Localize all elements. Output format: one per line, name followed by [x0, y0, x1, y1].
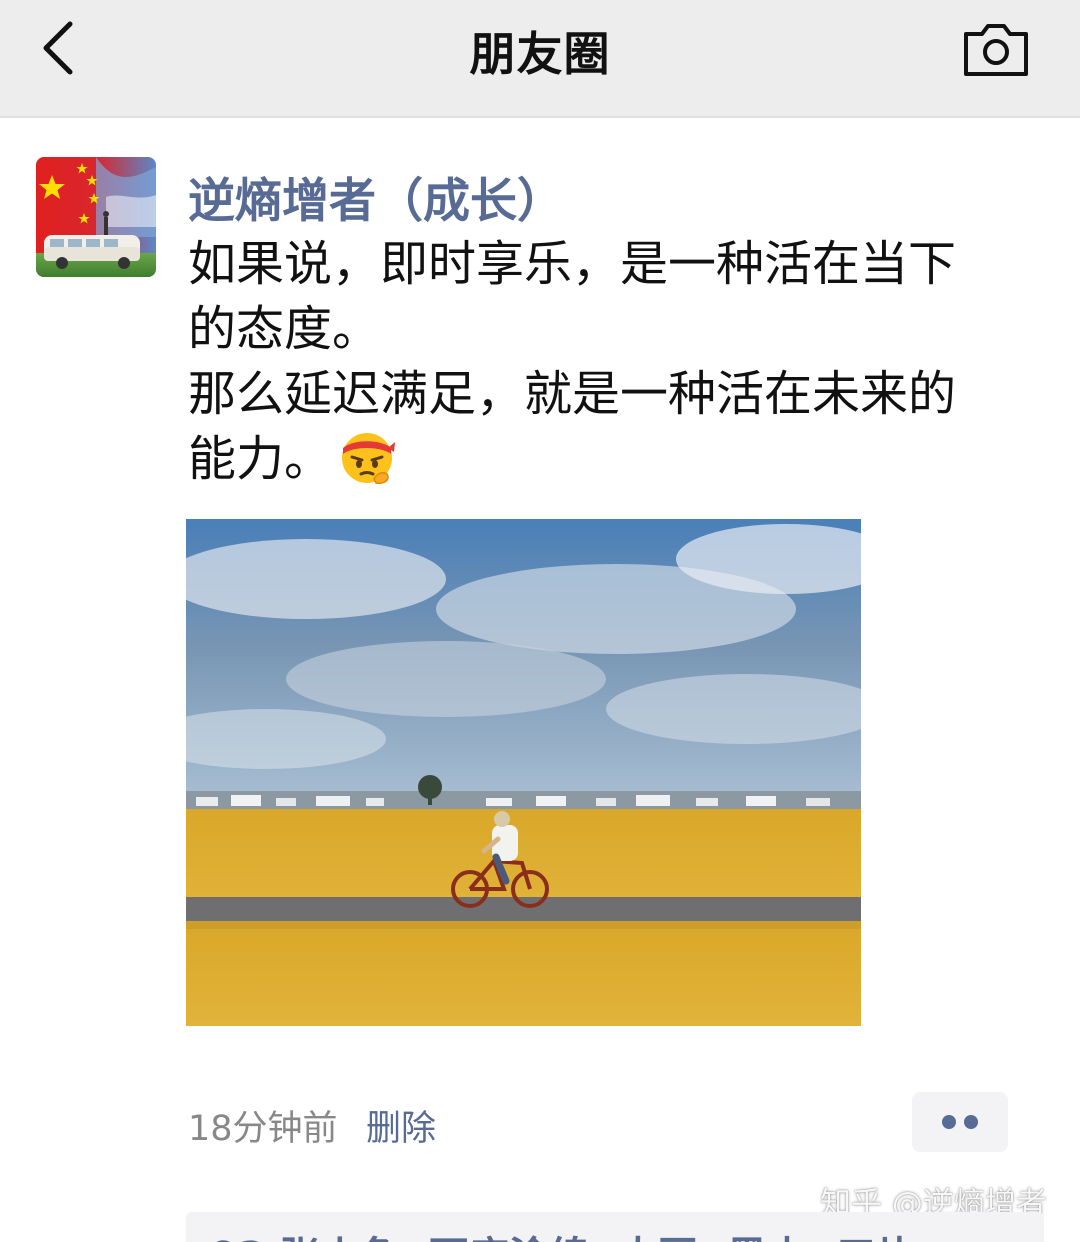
- more-dots-icon: [964, 1115, 978, 1129]
- likes-panel: 92 张小鱼, 西序涂绵, 大豆, 黑木, 三片: [186, 1212, 1044, 1242]
- delete-button[interactable]: 删除: [366, 1100, 436, 1151]
- post-text-line: 的态度。: [188, 301, 381, 357]
- video-frame-image: [186, 519, 861, 1026]
- camera-icon: [964, 24, 1028, 76]
- post-text-line: 如果说，即时享乐，是一种活在当下: [188, 236, 957, 292]
- top-nav-bar: 朋友圈: [0, 0, 1080, 118]
- post-video-thumbnail[interactable]: [186, 519, 861, 1026]
- post-text-line: 能力。: [188, 431, 333, 487]
- thinking-face-emoji-icon: [342, 433, 396, 484]
- moments-page: 朋友圈 逆熵增者（成长） 如果说，即时享乐，是一种活在当下 的态度。 那么延迟满…: [0, 0, 1080, 1242]
- post-content: 如果说，即时享乐，是一种活在当下 的态度。 那么延迟满足，就是一种活在未来的 能…: [188, 232, 1028, 492]
- camera-button[interactable]: [960, 18, 1032, 80]
- more-dots-icon: [942, 1115, 956, 1129]
- post-text-line-last: 能力。: [188, 427, 1028, 492]
- likes-list[interactable]: 92 张小鱼, 西序涂绵, 大豆, 黑木, 三片: [210, 1224, 916, 1242]
- page-title: 朋友圈: [469, 27, 611, 81]
- author-avatar[interactable]: [36, 157, 156, 277]
- post-time: 18分钟前: [188, 1109, 338, 1149]
- author-name[interactable]: 逆熵增者（成长）: [188, 162, 564, 231]
- more-actions-button[interactable]: [912, 1092, 1008, 1152]
- post-text-line: 那么延迟满足，就是一种活在未来的: [188, 366, 957, 422]
- avatar-image: [36, 157, 156, 277]
